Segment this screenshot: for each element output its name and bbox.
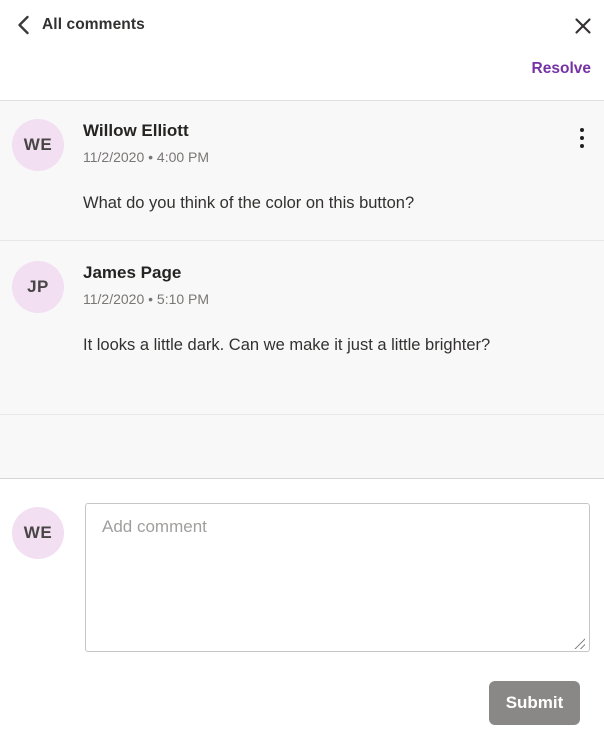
submit-button[interactable]: Submit	[489, 681, 580, 725]
comment-text: What do you think of the color on this b…	[83, 194, 415, 212]
comments-panel-header: All comments Resolve	[0, 0, 604, 100]
avatar: WE	[12, 507, 64, 559]
comments-list: WE Willow Elliott 11/2/2020 • 4:00 PM Wh…	[0, 100, 604, 479]
comments-list-footer-spacer	[0, 414, 604, 479]
comment-item: WE Willow Elliott 11/2/2020 • 4:00 PM Wh…	[0, 101, 604, 240]
add-comment-composer: WE Submit	[0, 479, 604, 735]
title-row: All comments	[0, 0, 604, 36]
chevron-left-icon	[17, 15, 30, 35]
comment-text: It looks a little dark. Can we make it j…	[83, 336, 491, 354]
comment-timestamp: 11/2/2020 • 4:00 PM	[83, 149, 210, 165]
comment-timestamp: 11/2/2020 • 5:10 PM	[83, 291, 210, 307]
add-comment-input[interactable]	[85, 503, 590, 652]
back-button[interactable]	[12, 14, 34, 36]
page-title: All comments	[42, 16, 145, 33]
comment-author: James Page	[83, 263, 182, 282]
comment-body: Willow Elliott 11/2/2020 • 4:00 PM What …	[83, 119, 592, 240]
comment-body: James Page 11/2/2020 • 5:10 PM It looks …	[83, 261, 592, 414]
close-icon	[575, 18, 591, 34]
avatar: JP	[12, 261, 64, 313]
resolve-button[interactable]: Resolve	[532, 60, 591, 78]
comment-menu-button[interactable]	[571, 124, 593, 152]
close-button[interactable]	[570, 13, 596, 39]
comment-author: Willow Elliott	[83, 121, 189, 140]
comment-item: JP James Page 11/2/2020 • 5:10 PM It loo…	[0, 240, 604, 414]
avatar: WE	[12, 119, 64, 171]
